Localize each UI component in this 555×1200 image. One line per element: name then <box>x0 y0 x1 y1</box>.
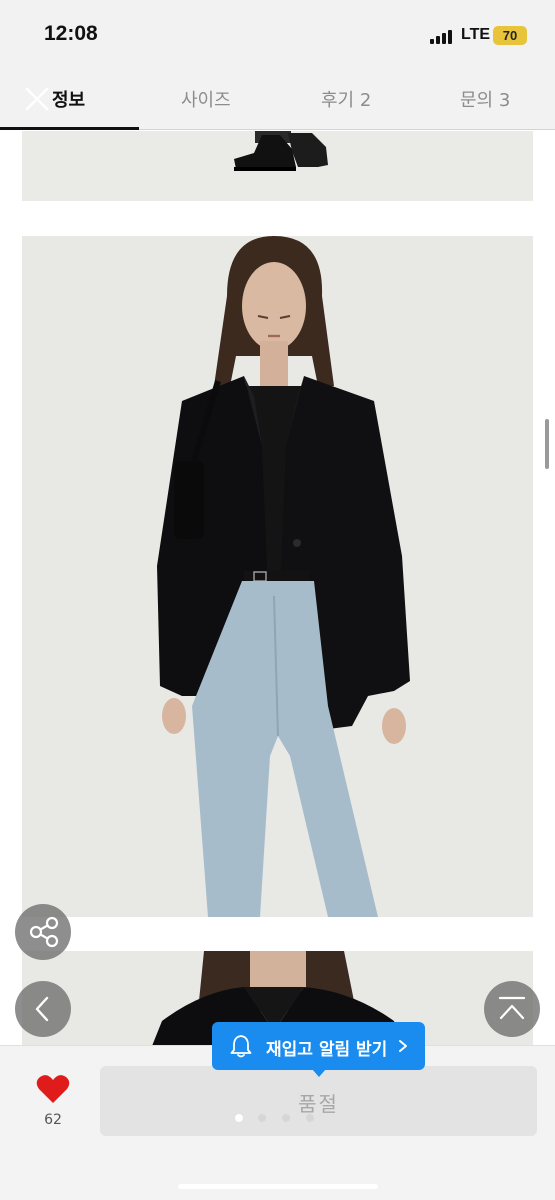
tab-size[interactable]: 사이즈 <box>181 86 231 112</box>
share-icon <box>29 916 59 948</box>
status-time: 12:08 <box>44 22 98 45</box>
tab-reviews[interactable]: 후기 2 <box>321 86 371 112</box>
tab-info[interactable]: 정보 <box>52 86 85 112</box>
model-illustration <box>22 236 533 917</box>
tab-indicator <box>0 127 139 130</box>
scroll-to-top-icon <box>498 996 526 1020</box>
tab-inquiries[interactable]: 문의 3 <box>460 86 510 112</box>
tab-bar: 정보 사이즈 후기 2 문의 3 <box>0 68 555 130</box>
page-dot <box>282 1114 290 1122</box>
home-indicator <box>178 1184 378 1189</box>
battery-icon: 70 <box>493 26 527 45</box>
close-icon[interactable] <box>24 86 50 112</box>
heart-icon[interactable] <box>36 1074 70 1104</box>
boots-illustration <box>22 131 533 201</box>
tooltip-tail <box>312 1069 326 1077</box>
like-count: 62 <box>44 1112 62 1128</box>
page-dot <box>258 1114 266 1122</box>
page-dot <box>235 1114 243 1122</box>
scroll-to-top-button[interactable] <box>484 981 540 1037</box>
chevron-left-icon <box>35 996 49 1022</box>
share-button[interactable] <box>15 904 71 960</box>
chevron-right-icon <box>399 1040 407 1052</box>
soldout-label: 품절 <box>298 1092 339 1116</box>
bell-icon <box>230 1035 252 1058</box>
restock-alert-label: 재입고 알림 받기 <box>266 1040 388 1060</box>
restock-alert-button[interactable]: 재입고 알림 받기 <box>212 1022 425 1077</box>
status-bar: 12:08 LTE 70 <box>0 0 555 68</box>
scrollbar[interactable] <box>545 419 549 469</box>
page-dot <box>306 1114 314 1122</box>
product-image-1 <box>22 131 533 201</box>
back-button[interactable] <box>15 981 71 1037</box>
network-type: LTE <box>461 26 491 43</box>
signal-icon <box>430 28 456 44</box>
product-image-2 <box>22 236 533 917</box>
